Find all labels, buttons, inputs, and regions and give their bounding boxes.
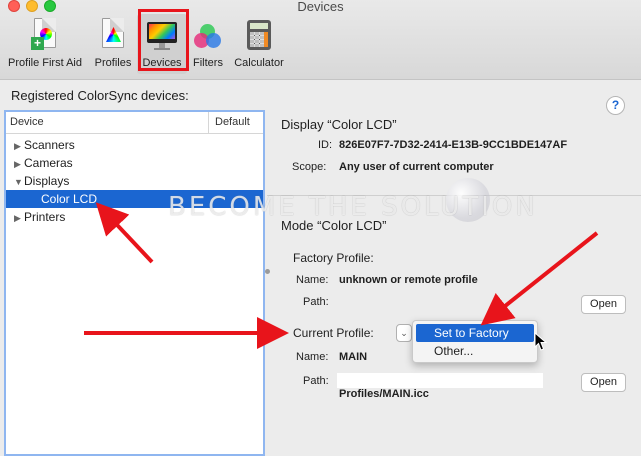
mode-title: Mode “Color LCD” [281, 218, 387, 233]
current-open-button[interactable]: Open [581, 373, 626, 392]
current-path-field [337, 373, 543, 388]
toolbar-profile-first-aid[interactable]: + Profile First Aid [2, 14, 88, 74]
current-path-label: Path: [303, 375, 329, 387]
device-list[interactable]: Device Default ▶ Scanners ▶ Cameras ▼Displ… [4, 110, 265, 456]
toolbar-label: Filters [193, 57, 223, 69]
list-item-cameras[interactable]: ▶ Cameras [6, 154, 263, 172]
profile-popup-menu: Set to Factory Other... [412, 320, 538, 363]
current-name-label: Name: [296, 351, 329, 363]
list-item-printers[interactable]: ▶ Printers [6, 208, 263, 226]
help-button[interactable]: ? [606, 96, 625, 115]
current-profile-label: Current Profile: [293, 326, 374, 340]
list-item-displays[interactable]: ▼Displays [6, 172, 263, 190]
current-path-value: Profiles/MAIN.icc [339, 388, 429, 400]
factory-profile-label: Factory Profile: [293, 251, 374, 265]
scope-value: Any user of current computer [339, 161, 494, 173]
display-title: Display “Color LCD” [281, 117, 397, 132]
scope-label: Scope: [292, 161, 327, 173]
chevron-down-icon: ⌄ [400, 328, 408, 338]
disclosure-triangle-icon[interactable]: ▶ [14, 137, 24, 155]
column-header-default[interactable]: Default [209, 112, 263, 133]
toolbar-filters[interactable]: Filters [189, 14, 227, 74]
id-value: 826E07F7-7D32-2414-E13B-9CC1BDE147AF [339, 139, 568, 151]
current-profile-popup-button[interactable]: ⌄ [396, 324, 412, 342]
list-header: Device Default [6, 112, 263, 134]
toolbar-label: Profiles [94, 57, 132, 69]
disclosure-triangle-icon[interactable]: ▶ [14, 209, 24, 227]
split-view-handle[interactable] [265, 269, 270, 274]
factory-name-label: Name: [296, 274, 329, 286]
factory-open-button[interactable]: Open [581, 295, 626, 314]
calculator-icon [244, 18, 274, 52]
toolbar-label: Profile First Aid [8, 57, 82, 69]
toolbar-profiles[interactable]: Profiles [92, 14, 134, 74]
list-item-color-lcd[interactable]: Color LCD [6, 190, 263, 208]
profile-first-aid-icon: + [30, 18, 60, 52]
menu-item-set-to-factory[interactable]: Set to Factory [416, 324, 534, 342]
devices-highlight-box [138, 9, 189, 71]
current-name-value: MAIN [339, 351, 368, 363]
disclosure-triangle-icon[interactable]: ▶ [14, 155, 24, 173]
watermark-sphere-icon [446, 178, 490, 222]
list-item-scanners[interactable]: ▶ Scanners [6, 136, 263, 154]
id-label: ID: [318, 139, 333, 151]
toolbar-calculator[interactable]: Calculator [230, 14, 288, 74]
menu-item-other[interactable]: Other... [416, 342, 534, 360]
title-bar: Devices + Profile First Aid Profiles Dev… [0, 0, 641, 80]
factory-name-value: unknown or remote profile [339, 274, 478, 286]
window-title: Devices [297, 0, 344, 14]
toolbar-label: Calculator [234, 57, 284, 69]
disclosure-triangle-open-icon[interactable]: ▼ [14, 173, 24, 191]
column-header-device[interactable]: Device [6, 112, 209, 133]
registered-devices-label: Registered ColorSync devices: [11, 88, 189, 103]
factory-path-label: Path: [303, 296, 329, 308]
filters-icon [193, 18, 223, 52]
profiles-icon [98, 18, 128, 52]
mouse-pointer-icon [534, 332, 548, 351]
